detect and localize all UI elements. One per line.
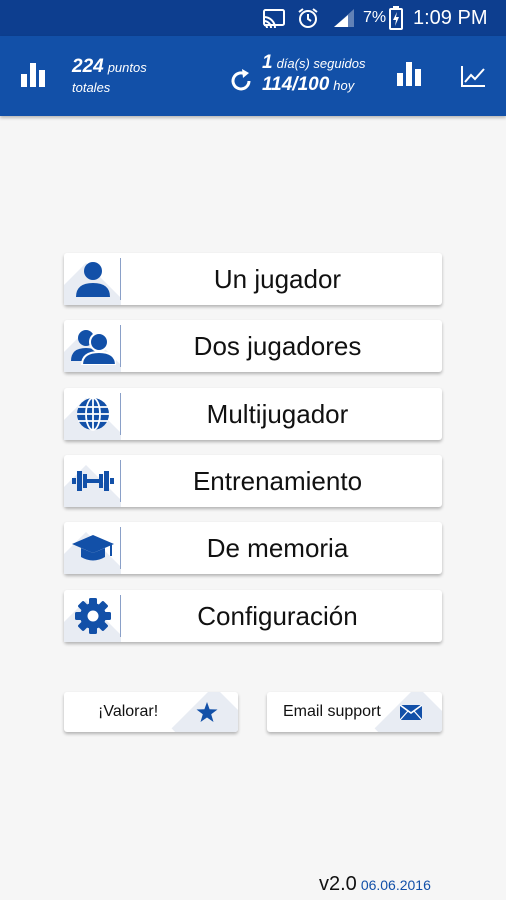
menu-label: Un jugador <box>213 263 342 294</box>
multiplayer-button[interactable]: Multijugador <box>64 388 442 440</box>
menu-label: Multijugador <box>206 398 349 429</box>
today-value: 114/100 <box>262 74 330 95</box>
points-sub: totales <box>72 80 111 95</box>
menu-label: Configuración <box>197 600 358 631</box>
two-players-icon <box>70 330 116 365</box>
signal-icon <box>332 0 356 36</box>
menu-label: Entrenamiento <box>192 465 363 496</box>
menu-label: De memoria <box>206 532 349 563</box>
cast-icon <box>262 0 286 36</box>
rate-label: ¡Valorar! <box>98 703 159 720</box>
icon-box <box>64 455 121 507</box>
icon-box <box>64 590 121 642</box>
alarm-icon <box>296 0 320 36</box>
icon-box <box>64 522 121 574</box>
version-date: 06.06.2016 <box>360 877 431 893</box>
points-value: 224 <box>72 56 104 77</box>
icon-box <box>64 388 121 440</box>
points-unit: puntos <box>107 60 147 75</box>
version-number: v2.0 <box>319 873 357 895</box>
menu-label: Dos jugadores <box>193 330 362 361</box>
streak-value: 1 <box>262 52 273 73</box>
rate-button[interactable]: ¡Valorar! <box>64 692 238 732</box>
bar-chart-icon[interactable] <box>20 63 46 92</box>
bar-chart-icon[interactable] <box>396 62 422 91</box>
app-bar: 224 puntos totales 1 día(s) seguidos 114/1… <box>0 36 506 116</box>
version-info: v2.0 06.06.2016 <box>319 873 431 896</box>
today-unit: hoy <box>333 78 355 93</box>
email-support-button[interactable]: Email support <box>267 692 442 732</box>
refresh-icon[interactable] <box>229 68 253 99</box>
settings-button[interactable]: Configuración <box>64 590 442 642</box>
battery-charging-icon <box>389 0 403 36</box>
line-chart-icon[interactable] <box>460 65 486 92</box>
single-player-icon <box>75 262 110 297</box>
single-player-button[interactable]: Un jugador <box>64 253 442 305</box>
two-players-button[interactable]: Dos jugadores <box>64 320 442 372</box>
icon-box <box>64 320 121 372</box>
email-label: Email support <box>283 703 381 720</box>
gear-icon <box>74 598 111 634</box>
status-bar: 7% 1:09 PM <box>0 0 506 36</box>
graduation-cap-icon <box>71 535 114 561</box>
streak-unit: día(s) seguidos <box>276 56 366 71</box>
battery-percent: 7% <box>363 9 387 26</box>
status-time: 1:09 PM <box>413 6 488 29</box>
daily-streak: 1 día(s) seguidos 114/100 hoy <box>262 52 365 96</box>
dumbbell-icon <box>71 471 114 491</box>
total-points: 224 puntos totales <box>72 56 147 95</box>
memory-button[interactable]: De memoria <box>64 522 442 574</box>
star-icon <box>196 702 218 728</box>
envelope-icon <box>399 704 423 725</box>
icon-box <box>64 253 121 305</box>
globe-icon <box>76 397 109 431</box>
training-button[interactable]: Entrenamiento <box>64 455 442 507</box>
